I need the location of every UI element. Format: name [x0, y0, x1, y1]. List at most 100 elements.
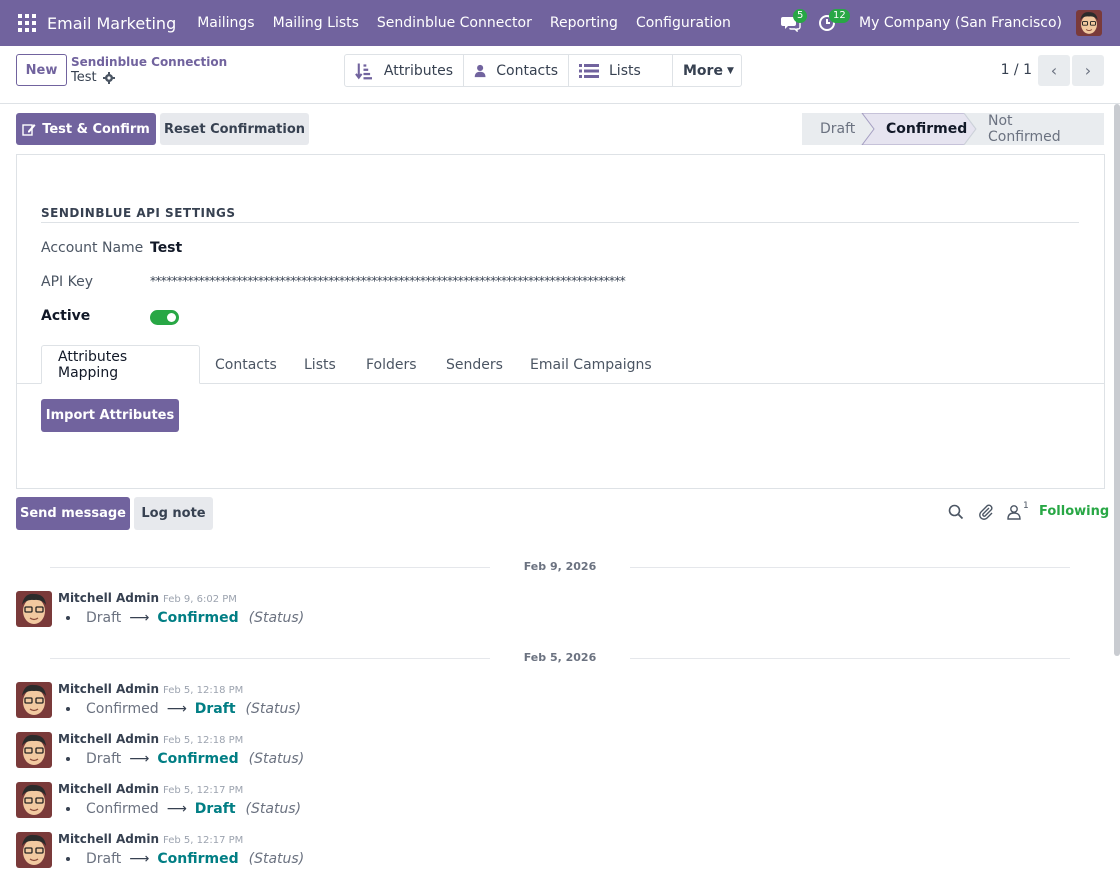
tracking-change: Confirmed ⟶ Draft (Status) [66, 801, 301, 817]
tab-email-campaigns[interactable]: Email Campaigns [530, 345, 652, 384]
tab-attributes-mapping[interactable]: Attributes Mapping [41, 345, 200, 384]
message-author[interactable]: Mitchell Admin Feb 9, 6:02 PM [58, 591, 237, 605]
paperclip-icon[interactable] [978, 504, 994, 520]
company-switcher[interactable]: My Company (San Francisco) [859, 15, 1062, 31]
field-name: (Status) [248, 851, 305, 867]
active-label: Active [41, 308, 91, 324]
api-key-label: API Key [41, 274, 93, 290]
arrow-right-icon: ⟶ [166, 801, 187, 817]
active-toggle[interactable] [150, 310, 179, 325]
field-name: (Status) [245, 701, 302, 717]
chevron-left-icon: ‹ [1050, 61, 1058, 80]
lists-smart-button[interactable]: Lists [569, 55, 673, 86]
messages-systray[interactable]: 5 [773, 0, 809, 46]
attributes-label: Attributes [383, 62, 453, 79]
stage-not-confirmed[interactable]: Not Confirmed [972, 113, 1104, 145]
message-author[interactable]: Mitchell Admin Feb 5, 12:17 PM [58, 782, 243, 796]
message-time: Feb 9, 6:02 PM [163, 594, 237, 605]
notebook-tabs: Attributes Mapping Contacts Lists Folder… [17, 345, 1104, 384]
more-dropdown[interactable]: More ▼ [673, 55, 741, 86]
tracking-change: Draft ⟶ Confirmed (Status) [66, 851, 304, 867]
tab-contacts[interactable]: Contacts [215, 345, 277, 384]
form-sheet: SENDINBLUE API SETTINGS Account Name Tes… [16, 154, 1105, 489]
reset-confirmation-button[interactable]: Reset Confirmation [160, 113, 309, 145]
test-confirm-button[interactable]: Test & Confirm [16, 113, 156, 145]
contacts-label: Contacts [496, 62, 558, 79]
gear-icon[interactable] [102, 71, 115, 84]
stage-confirmed-label: Confirmed [886, 121, 968, 137]
menu-configuration[interactable]: Configuration [627, 15, 740, 31]
attributes-smart-button[interactable]: Attributes [345, 55, 464, 86]
contacts-smart-button[interactable]: Contacts [464, 55, 569, 86]
pager-value[interactable]: 1 / 1 [1001, 62, 1032, 78]
tracking-change: Draft ⟶ Confirmed (Status) [66, 610, 304, 626]
account-name-field[interactable]: Test [150, 240, 182, 256]
page-scrollbar[interactable] [1114, 104, 1120, 656]
author-avatar[interactable] [16, 782, 52, 818]
sort-amount-icon [355, 62, 372, 79]
status-stages: Draft Confirmed Not Confirmed [802, 113, 1104, 145]
message-time: Feb 5, 12:18 PM [163, 735, 244, 746]
date-separator: Feb 9, 2026 [50, 558, 1100, 576]
menu-mailings[interactable]: Mailings [188, 15, 263, 31]
search-icon[interactable] [948, 504, 964, 520]
field-name: (Status) [248, 610, 305, 626]
old-value: Draft [86, 610, 122, 626]
new-value: Draft [194, 701, 236, 717]
caret-down-icon: ▼ [726, 65, 734, 76]
author-name: Mitchell Admin [58, 732, 160, 746]
old-value: Draft [86, 751, 122, 767]
arrow-right-icon: ⟶ [129, 751, 150, 767]
bullet [66, 757, 70, 761]
arrow-right-icon: ⟶ [166, 701, 187, 717]
author-name: Mitchell Admin [58, 682, 160, 696]
author-avatar[interactable] [16, 682, 52, 718]
author-name: Mitchell Admin [58, 782, 160, 796]
message-item: Mitchell Admin Feb 5, 12:18 PM Confirmed … [16, 682, 1106, 730]
author-avatar[interactable] [16, 832, 52, 868]
followers-icon[interactable] [1007, 504, 1021, 520]
message-author[interactable]: Mitchell Admin Feb 5, 12:17 PM [58, 832, 243, 846]
old-value: Confirmed [86, 801, 159, 817]
bullet [66, 807, 70, 811]
pager-previous-button[interactable]: ‹ [1038, 55, 1070, 86]
send-message-button[interactable]: Send message [16, 497, 130, 530]
log-note-button[interactable]: Log note [134, 497, 213, 530]
menu-reporting[interactable]: Reporting [541, 15, 627, 31]
field-name: (Status) [248, 751, 305, 767]
tab-lists[interactable]: Lists [304, 345, 336, 384]
apps-menu-icon[interactable] [18, 14, 36, 32]
author-avatar[interactable] [16, 591, 52, 627]
tab-senders[interactable]: Senders [446, 345, 503, 384]
bullet [66, 616, 70, 620]
activities-systray[interactable]: 12 [809, 0, 850, 46]
stage-draft-label: Draft [820, 121, 856, 137]
user-avatar[interactable] [1076, 10, 1102, 36]
menu-sendinblue-connector[interactable]: Sendinblue Connector [368, 15, 541, 31]
app-brand[interactable]: Email Marketing [47, 14, 176, 33]
import-attributes-button[interactable]: Import Attributes [41, 399, 179, 432]
stage-not-confirmed-label: Not Confirmed [988, 113, 1061, 145]
new-value: Confirmed [157, 610, 239, 626]
test-confirm-label: Test & Confirm [42, 121, 150, 137]
menu-mailing-lists[interactable]: Mailing Lists [264, 15, 368, 31]
message-author[interactable]: Mitchell Admin Feb 5, 12:18 PM [58, 732, 243, 746]
message-author[interactable]: Mitchell Admin Feb 5, 12:18 PM [58, 682, 243, 696]
message-item: Mitchell Admin Feb 9, 6:02 PM Draft ⟶ Con… [16, 591, 1106, 639]
pager-next-button[interactable]: › [1072, 55, 1104, 86]
api-key-field[interactable]: ****************************************… [150, 274, 626, 288]
record-name: Test [71, 70, 97, 85]
chatter-topbar: Send message Log note 1 Following [0, 489, 1120, 539]
author-avatar[interactable] [16, 732, 52, 768]
breadcrumb-parent[interactable]: Sendinblue Connection [71, 55, 227, 69]
following-button[interactable]: Following [1039, 504, 1109, 519]
new-button[interactable]: New [16, 54, 67, 86]
activities-count-badge: 12 [829, 9, 850, 23]
tab-folders[interactable]: Folders [366, 345, 417, 384]
date-separator: Feb 5, 2026 [50, 649, 1100, 667]
stage-draft[interactable]: Draft [802, 113, 864, 145]
message-item: Mitchell Admin Feb 5, 12:17 PM Confirmed … [16, 782, 1106, 830]
arrow-right-icon: ⟶ [129, 851, 150, 867]
user-icon [474, 64, 486, 77]
stage-confirmed[interactable]: Confirmed [864, 113, 972, 145]
